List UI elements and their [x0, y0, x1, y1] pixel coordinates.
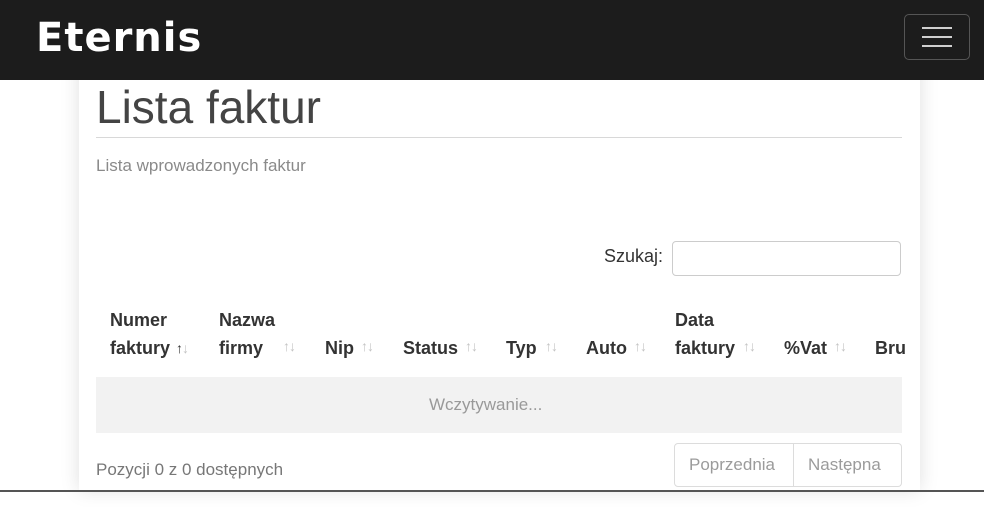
- hamburger-icon-line: [922, 45, 952, 47]
- column-header-numer-faktury[interactable]: Numer faktury ↑↓: [110, 306, 189, 362]
- column-header-label: Numer: [110, 310, 168, 330]
- sort-icon: ↑↓: [634, 338, 647, 354]
- navbar-toggle-button[interactable]: [904, 14, 970, 60]
- hamburger-icon-line: [922, 36, 952, 38]
- hamburger-icon-line: [922, 27, 952, 29]
- column-header-label: Data: [675, 310, 715, 330]
- column-header-label: Nazwa: [219, 310, 276, 330]
- loading-text: Wczytywanie...: [429, 395, 543, 414]
- next-page-button[interactable]: Następna: [794, 443, 902, 487]
- title-divider: [96, 137, 902, 138]
- table-loading-row: Wczytywanie...: [96, 377, 902, 433]
- column-header-label: %Vat: [784, 338, 828, 358]
- sort-asc-active-icon: ↑↓: [176, 340, 189, 356]
- sort-icon: ↑↓: [465, 338, 478, 354]
- column-header-label: faktury: [110, 338, 171, 358]
- sort-icon: ↑↓: [283, 338, 296, 354]
- column-header-brutto[interactable]: Bru: [875, 334, 905, 362]
- column-header-label: Bru: [875, 338, 905, 358]
- footer-divider: [0, 490, 984, 492]
- page-title: Lista faktur: [96, 81, 321, 133]
- pagination: Poprzednia Następna: [674, 443, 902, 487]
- column-header-typ[interactable]: Typ ↑↓: [506, 334, 558, 362]
- column-header-nazwa-firmy[interactable]: Nazwa firmy ↑↓: [219, 306, 296, 362]
- column-header-label: Typ: [506, 338, 537, 358]
- column-header-nip[interactable]: Nip ↑↓: [325, 334, 374, 362]
- column-header-auto[interactable]: Auto ↑↓: [586, 334, 647, 362]
- invoice-list-card: Lista faktur Lista wprowadzonych faktur …: [79, 60, 920, 490]
- search-label: Szukaj:: [604, 246, 664, 266]
- navbar: Eternis: [0, 0, 984, 80]
- column-header-label: faktury: [675, 338, 736, 358]
- column-header-label: Nip: [325, 338, 354, 358]
- column-header-label: Status: [403, 338, 459, 358]
- sort-icon: ↑↓: [834, 338, 847, 354]
- brand-logo[interactable]: Eternis: [30, 14, 208, 62]
- sort-icon: ↑↓: [545, 338, 558, 354]
- column-header-status[interactable]: Status ↑↓: [403, 334, 478, 362]
- sort-icon: ↑↓: [361, 338, 374, 354]
- previous-page-button[interactable]: Poprzednia: [674, 443, 794, 487]
- column-header-label: Auto: [586, 338, 627, 358]
- sort-icon: ↑↓: [743, 338, 756, 354]
- search-input[interactable]: [672, 241, 901, 276]
- column-header-vat[interactable]: %Vat ↑↓: [784, 334, 847, 362]
- column-header-data-faktury[interactable]: Data faktury ↑↓: [675, 306, 756, 362]
- column-header-label: firmy: [219, 338, 264, 358]
- page-subtitle: Lista wprowadzonych faktur: [96, 156, 306, 175]
- table-info: Pozycji 0 z 0 dostępnych: [96, 460, 284, 479]
